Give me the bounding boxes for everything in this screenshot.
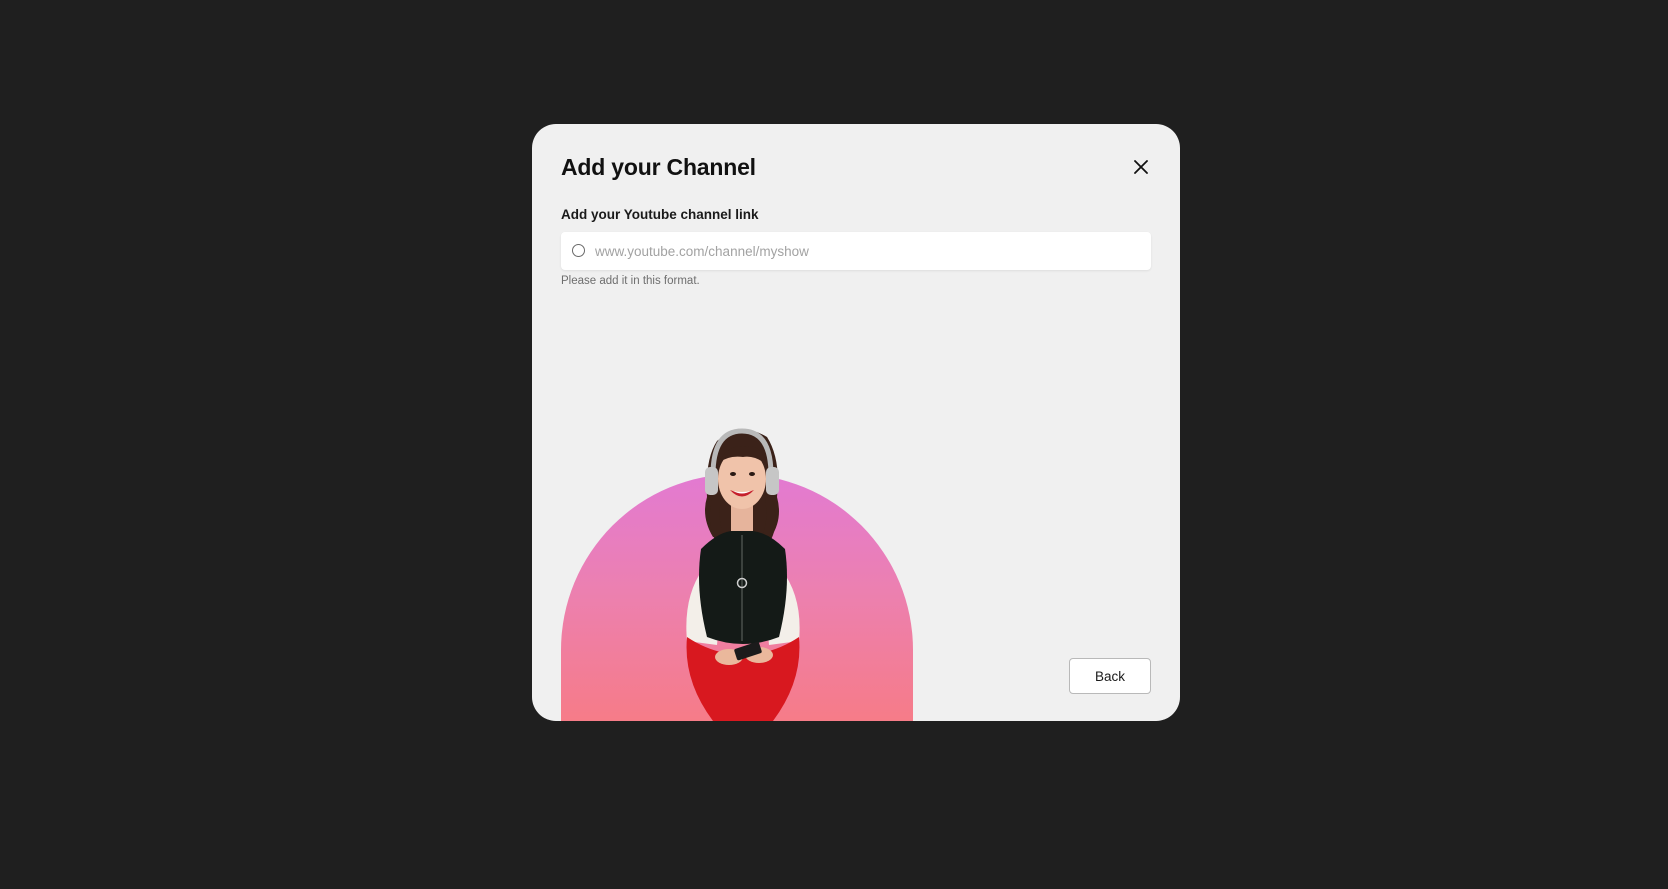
close-icon [1134, 160, 1148, 174]
circle-outline-icon [572, 244, 585, 257]
format-helper-text: Please add it in this format. [561, 275, 700, 287]
channel-link-label: Add your Youtube channel link [561, 207, 759, 222]
add-channel-modal: Add your Channel Add your Youtube channe… [532, 124, 1180, 721]
modal-title: Add your Channel [561, 154, 756, 180]
channel-link-field[interactable] [561, 232, 1151, 270]
woman-with-headphones-image [686, 428, 800, 721]
back-button[interactable]: Back [1069, 658, 1151, 694]
channel-link-input[interactable] [595, 232, 1145, 270]
creator-illustration [561, 419, 913, 721]
close-button[interactable] [1128, 154, 1154, 180]
